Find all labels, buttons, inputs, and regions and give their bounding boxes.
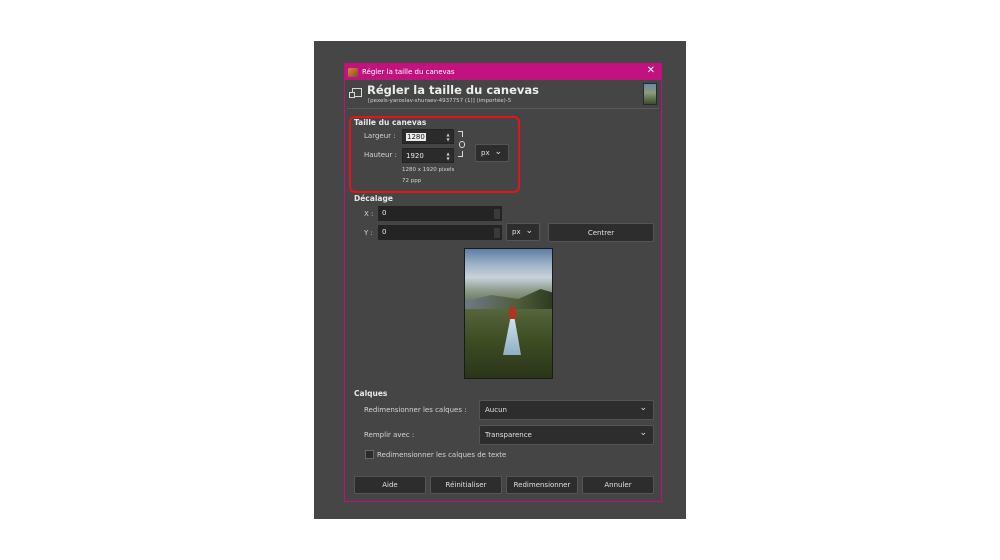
highlight-annotation xyxy=(349,116,520,193)
center-button[interactable]: Centrer xyxy=(548,223,654,242)
layers-section-title: Calques xyxy=(354,389,388,398)
offset-unit-select[interactable]: px ⌄ xyxy=(506,223,540,241)
offset-x-spinner[interactable]: 0 xyxy=(378,206,502,221)
offset-unit-value: px xyxy=(512,228,521,236)
image-thumbnail xyxy=(643,83,657,105)
fill-with-label: Remplir avec : xyxy=(364,431,415,439)
header-divider xyxy=(347,108,659,109)
offset-y-stepper-icon[interactable] xyxy=(494,228,500,238)
resize-button[interactable]: Redimensionner xyxy=(506,476,578,494)
close-icon[interactable]: ✕ xyxy=(647,65,655,76)
dialog-title: Régler la taille du canevas xyxy=(367,83,539,97)
chevron-down-icon: ⌄ xyxy=(639,428,647,438)
image-name: [pexels-yaroslav-shuraev-4937757 (1)] (i… xyxy=(368,98,512,104)
help-button[interactable]: Aide xyxy=(354,476,426,494)
offset-x-value[interactable]: 0 xyxy=(382,209,386,217)
resize-text-layers-checkbox[interactable] xyxy=(365,450,374,459)
resize-layers-value: Aucun xyxy=(485,406,507,414)
offset-y-label: Y : xyxy=(364,229,373,237)
window-title: Régler la taille du canevas xyxy=(362,68,455,76)
chevron-down-icon: ⌄ xyxy=(525,226,533,236)
canvas-preview[interactable] xyxy=(464,248,553,379)
resize-layers-select[interactable]: Aucun ⌄ xyxy=(479,400,654,420)
window-titlebar[interactable]: Régler la taille du canevas ✕ xyxy=(345,64,661,80)
chevron-down-icon: ⌄ xyxy=(639,403,647,413)
cancel-button[interactable]: Annuler xyxy=(582,476,654,494)
canvas-size-icon xyxy=(349,86,363,100)
fill-with-select[interactable]: Transparence ⌄ xyxy=(479,425,654,445)
canvas-size-dialog: Régler la taille du canevas ✕ Régler la … xyxy=(344,63,662,502)
offset-x-label: X : xyxy=(364,210,374,218)
offset-section-title: Décalage xyxy=(354,194,393,203)
resize-text-layers-label[interactable]: Redimensionner les calques de texte xyxy=(377,451,506,459)
preview-figure xyxy=(501,307,523,357)
offset-y-spinner[interactable]: 0 xyxy=(378,225,502,240)
offset-x-stepper-icon[interactable] xyxy=(494,209,500,219)
offset-y-value[interactable]: 0 xyxy=(382,228,386,236)
gimp-app-icon xyxy=(348,67,358,77)
reset-button[interactable]: Réinitialiser xyxy=(430,476,502,494)
fill-with-value: Transparence xyxy=(485,431,532,439)
resize-layers-label: Redimensionner les calques : xyxy=(364,406,467,414)
